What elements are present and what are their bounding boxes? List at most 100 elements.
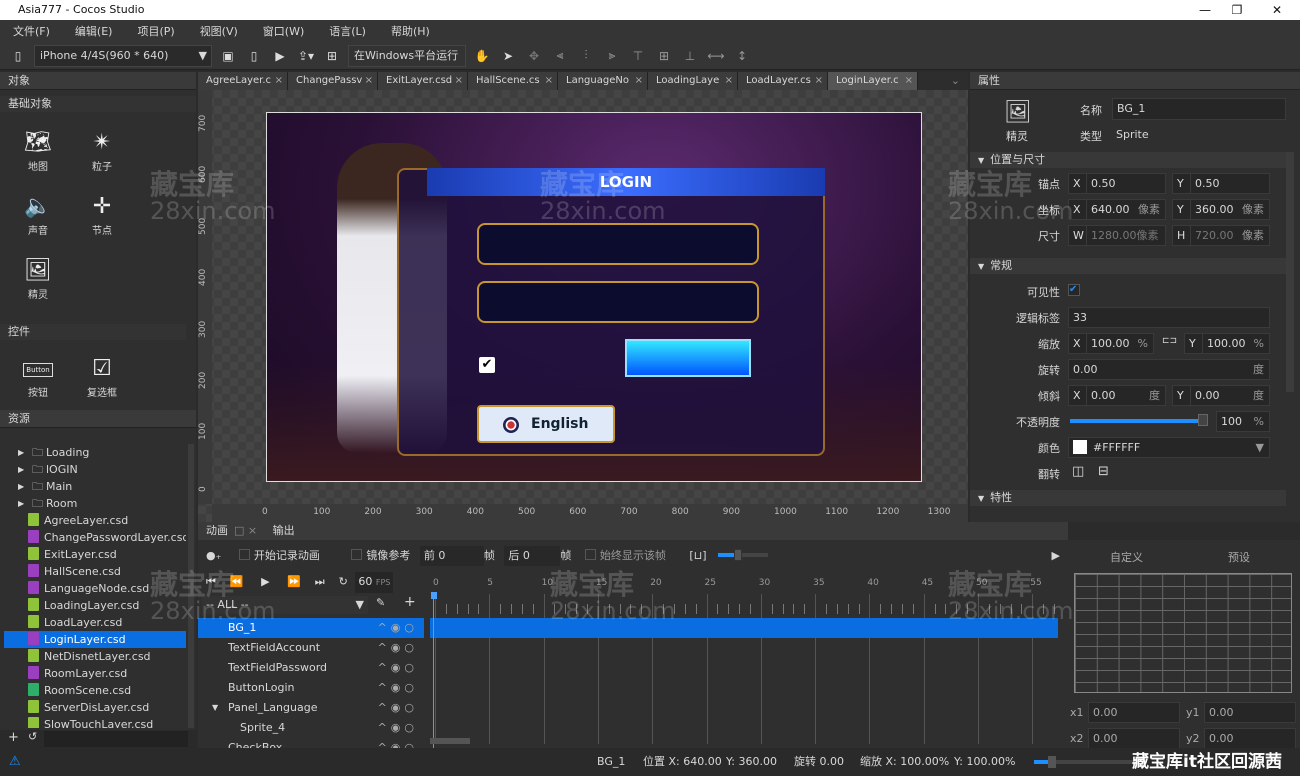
keyframe-toggle-icon[interactable]: ○: [404, 741, 418, 748]
keyframe-toggle-icon[interactable]: ○: [404, 661, 418, 674]
skew-y-input[interactable]: Y 0.00 度: [1172, 385, 1270, 406]
add-icon[interactable]: +: [8, 730, 19, 745]
object-node[interactable]: ✛ 节点: [72, 194, 132, 237]
controls-section[interactable]: 控件: [0, 324, 186, 340]
opacity-input[interactable]: 100%: [1216, 411, 1270, 432]
warning-icon[interactable]: ⚠: [9, 748, 21, 776]
tree-file[interactable]: RoomScene.csd: [4, 682, 186, 699]
tree-file[interactable]: AgreeLayer.csd: [4, 512, 186, 529]
mirror-checkbox[interactable]: [351, 549, 363, 560]
name-input[interactable]: BG_1: [1112, 98, 1286, 120]
close-tab-icon[interactable]: ×: [635, 72, 643, 90]
canvas[interactable]: 700 600 500 400 300 200 100 0 0 100 200 300 400 500 6…: [198, 90, 968, 522]
align-middle-icon[interactable]: ⊞: [654, 49, 674, 63]
section-header[interactable]: ▼ 常规: [970, 258, 1286, 274]
tree-file[interactable]: ExitLayer.csd: [4, 546, 186, 563]
timeline-node[interactable]: Sprite_4 ^◉○: [198, 718, 424, 738]
anchor-x-input[interactable]: X 0.50: [1068, 173, 1166, 194]
eye-icon[interactable]: ◉: [391, 661, 405, 674]
timeline-node[interactable]: ButtonLogin ^◉○: [198, 678, 424, 698]
control-checkbox[interactable]: ☑ 复选框: [72, 356, 132, 399]
tree-file[interactable]: NetDisnetLayer.csd: [4, 648, 186, 665]
keyframe-toggle-icon[interactable]: ○: [404, 701, 418, 714]
flip-horizontal-icon[interactable]: ◫: [1072, 464, 1084, 479]
tree-folder[interactable]: ▶ 🗀 lOGIN: [4, 461, 186, 478]
password-textfield[interactable]: [477, 281, 759, 323]
align-right-icon[interactable]: ⫸: [602, 48, 622, 63]
minimize-button[interactable]: —: [1190, 0, 1220, 20]
timeline-h-scrollbar[interactable]: [430, 738, 470, 744]
zoom-slider[interactable]: [718, 549, 769, 561]
easing-curve-grid[interactable]: [1074, 573, 1292, 693]
y1-input[interactable]: 0.00: [1204, 702, 1296, 723]
color-select[interactable]: #FFFFFF ▼: [1068, 437, 1270, 458]
lock-icon[interactable]: ^: [378, 721, 391, 734]
object-particle[interactable]: ✴ 粒子: [72, 130, 132, 173]
add-animation-icon[interactable]: +: [404, 594, 416, 610]
portrait-icon[interactable]: ▯: [244, 49, 264, 63]
play-icon[interactable]: ▶: [270, 49, 290, 63]
keyframe-toggle-icon[interactable]: ○: [404, 721, 418, 734]
x1-input[interactable]: 0.00: [1088, 702, 1180, 723]
slider-handle[interactable]: [1198, 414, 1208, 426]
object-sprite[interactable]: 🖼 精灵: [8, 258, 68, 301]
expand-arrow-icon[interactable]: ▼: [212, 698, 218, 718]
timeline-frames[interactable]: 0 5 10 15 20 25 30 35 40 45 50 55: [430, 578, 1058, 748]
expand-icon[interactable]: ▶: [1052, 546, 1060, 566]
basic-objects-section[interactable]: 基础对象: [0, 96, 196, 112]
tree-file[interactable]: ServerDisLayer.csd: [4, 699, 186, 716]
eye-icon[interactable]: ◉: [391, 641, 405, 654]
login-button[interactable]: [625, 339, 751, 377]
record-checkbox[interactable]: [238, 549, 250, 560]
lock-icon[interactable]: ^: [378, 641, 391, 654]
lock-ratio-icon[interactable]: ⊏⊐: [1162, 336, 1177, 346]
eye-icon[interactable]: ◉: [391, 681, 405, 694]
lock-icon[interactable]: ^: [378, 661, 391, 674]
remember-checkbox[interactable]: ✔: [479, 357, 495, 373]
tree-folder[interactable]: ▶ 🗀 Main: [4, 478, 186, 495]
scene-bg-sprite[interactable]: LOGIN ✔ English: [266, 112, 922, 482]
tabs-overflow-icon[interactable]: ⌄: [943, 72, 968, 90]
height-input[interactable]: H 720.00 像素: [1172, 225, 1270, 246]
opacity-slider[interactable]: [1070, 414, 1208, 426]
tab-output[interactable]: 输出: [273, 524, 295, 537]
after-frames-input[interactable]: 后 0: [504, 546, 561, 566]
publish-icon[interactable]: ⇪▾: [296, 49, 316, 63]
position-y-input[interactable]: Y 360.00 像素: [1172, 199, 1270, 220]
align-bottom-icon[interactable]: ⊥: [680, 49, 700, 63]
timeline-node[interactable]: TextFieldPassword ^◉○: [198, 658, 424, 678]
x2-input[interactable]: 0.00: [1088, 728, 1180, 749]
editor-tab[interactable]: AgreeLayer.c ×: [198, 72, 288, 90]
menu-project[interactable]: 项目(P): [124, 23, 186, 39]
close-tab-icon[interactable]: ×: [545, 72, 553, 90]
close-button[interactable]: ✕: [1262, 0, 1292, 20]
close-tab-icon[interactable]: ×: [725, 72, 733, 90]
menu-window[interactable]: 窗口(W): [250, 23, 316, 39]
editor-tab[interactable]: HallScene.cs ×: [468, 72, 558, 90]
menu-edit[interactable]: 编辑(E): [62, 23, 125, 39]
editor-tab[interactable]: LanguageNo ×: [558, 72, 648, 90]
eye-icon[interactable]: ◉: [391, 741, 405, 748]
first-frame-icon[interactable]: ⏮: [206, 575, 216, 588]
tree-file[interactable]: ChangePasswordLayer.csd: [4, 529, 186, 546]
properties-scrollbar[interactable]: [1286, 152, 1294, 392]
node-filter-select[interactable]: -- ALL -- ▼: [202, 596, 368, 614]
editor-tab[interactable]: ExitLayer.csd ×: [378, 72, 468, 90]
run-platform-select[interactable]: 在Windows平台运行▾: [348, 44, 466, 82]
align-top-icon[interactable]: ⊤: [628, 49, 648, 63]
device-select[interactable]: iPhone 4/4S(960 * 640) ▼: [34, 44, 212, 67]
tree-file[interactable]: LanguageNode.csd: [4, 580, 186, 597]
eye-icon[interactable]: ◉: [391, 621, 405, 634]
editor-tab[interactable]: LoadLayer.cs ×: [738, 72, 828, 90]
always-show-checkbox[interactable]: [584, 549, 596, 560]
canvas-zoom-slider[interactable]: [1034, 756, 1134, 768]
position-x-input[interactable]: X 640.00 像素: [1068, 199, 1166, 220]
prev-frame-icon[interactable]: ⏪: [230, 575, 244, 588]
lock-icon[interactable]: ^: [378, 681, 391, 694]
scale-y-input[interactable]: Y 100.00%: [1184, 333, 1270, 354]
menu-file[interactable]: 文件(F): [0, 23, 62, 39]
align-center-icon[interactable]: ⫶: [576, 48, 596, 63]
lock-icon[interactable]: ^: [378, 701, 391, 714]
keyframe-toggle-icon[interactable]: ○: [404, 621, 418, 634]
editor-tab[interactable]: LoadingLaye ×: [648, 72, 738, 90]
